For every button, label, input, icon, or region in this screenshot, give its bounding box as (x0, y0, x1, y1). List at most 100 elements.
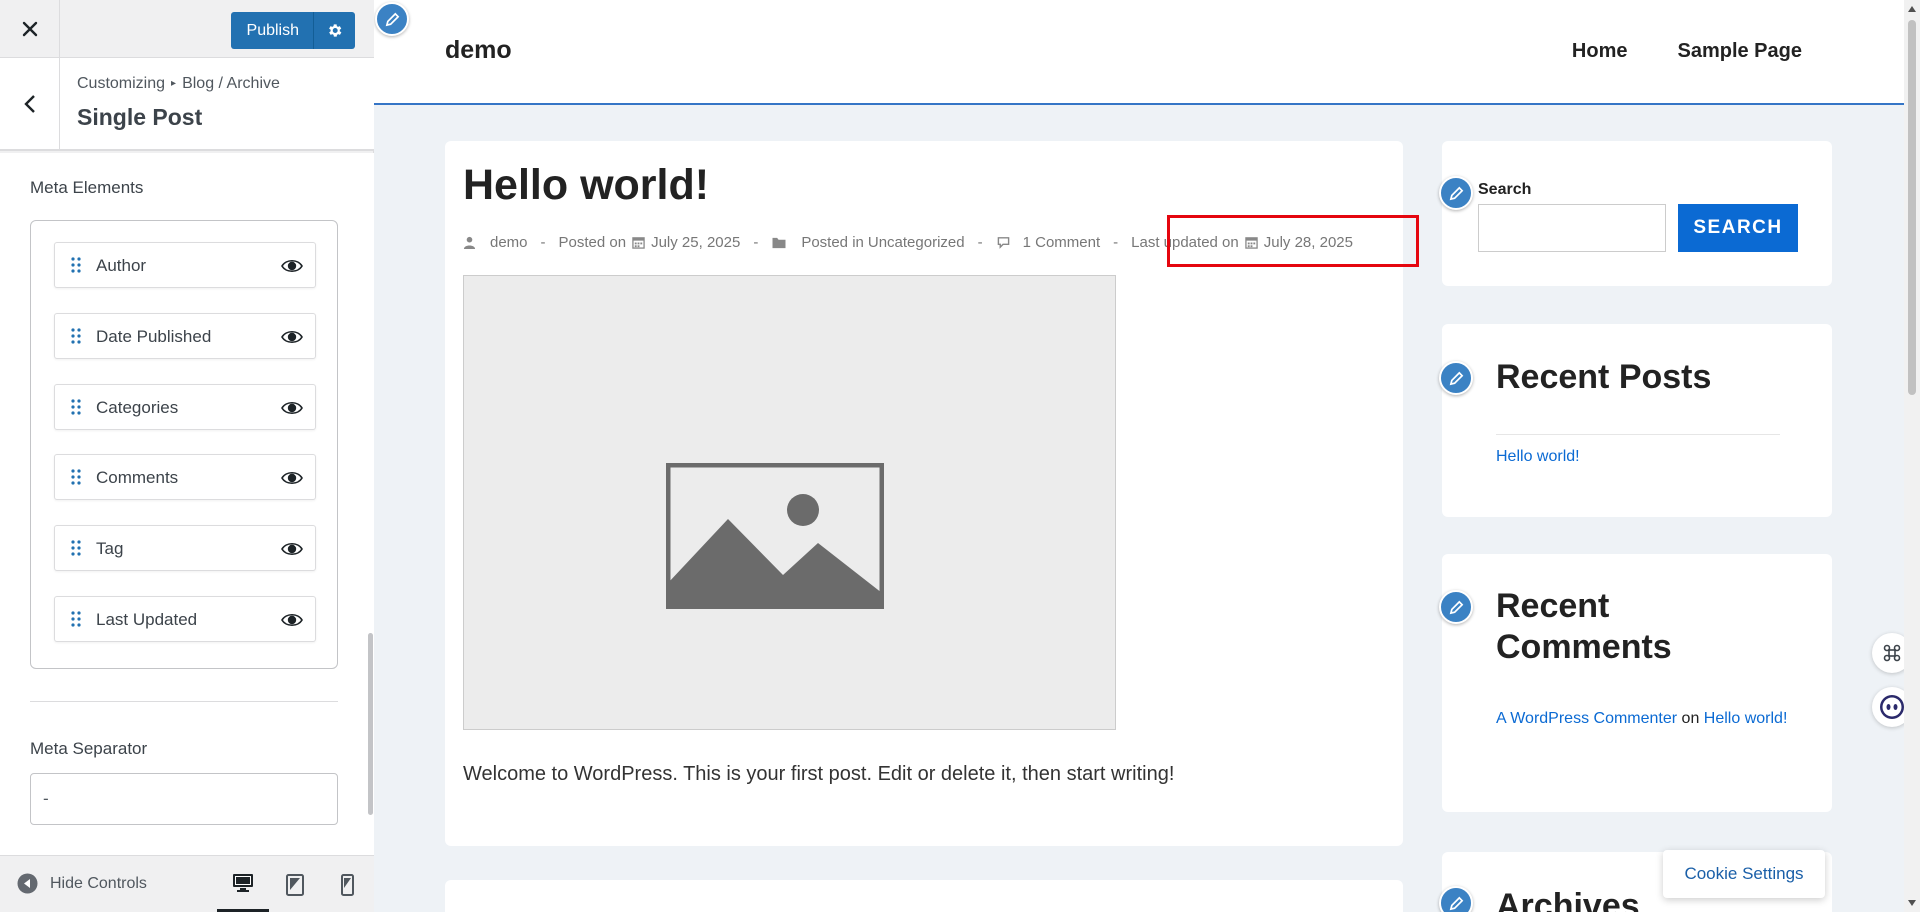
pencil-icon (1449, 371, 1463, 385)
meta-item-tag[interactable]: Tag (54, 525, 316, 571)
comments-link[interactable]: 1 Comment (1023, 234, 1101, 251)
meta-item-author[interactable]: Author (54, 242, 316, 288)
meta-item-date-published[interactable]: Date Published (54, 313, 316, 359)
search-label: Search (1478, 181, 1532, 198)
site-title[interactable]: demo (445, 36, 512, 65)
search-input[interactable] (1478, 204, 1666, 252)
meta-item-last-updated[interactable]: Last Updated (54, 596, 316, 642)
nav-link-home[interactable]: Home (1572, 40, 1628, 63)
featured-image[interactable] (463, 275, 1116, 730)
post-title[interactable]: Hello world! (463, 161, 709, 210)
device-desktop-button[interactable] (217, 856, 269, 912)
gear-icon (329, 24, 342, 37)
meta-separator: - (540, 234, 546, 251)
recent-comments-widget: Recent Comments A WordPress Commenter on… (1439, 554, 1832, 812)
customizer-topbar: Publish (0, 0, 374, 58)
command-icon (1883, 644, 1901, 662)
panel-title: Single Post (77, 104, 203, 130)
hide-controls-label: Hide Controls (50, 874, 147, 892)
recent-comments-heading: Recent Comments (1496, 587, 1672, 666)
meta-item-label: Tag (96, 539, 124, 558)
author-link[interactable]: demo (490, 234, 528, 251)
edit-widget-shortcut[interactable] (1439, 886, 1473, 912)
scroll-up-icon[interactable] (1907, 4, 1917, 14)
customizer-footer: Hide Controls (0, 855, 374, 912)
archives-heading: Archives (1496, 887, 1640, 912)
preview-scrollbar[interactable] (1904, 0, 1920, 912)
meta-item-comments[interactable]: Comments (54, 454, 316, 500)
drag-handle-icon[interactable] (69, 256, 83, 274)
drag-handle-icon[interactable] (69, 327, 83, 345)
meta-item-label: Author (96, 256, 147, 275)
publish-settings-button[interactable] (313, 12, 355, 49)
hide-controls-button[interactable]: Hide Controls (17, 873, 147, 894)
meta-separator: - (753, 234, 759, 251)
device-tablet-button[interactable] (269, 856, 321, 912)
eye-icon[interactable] (281, 256, 303, 276)
drag-handle-icon[interactable] (69, 398, 83, 416)
eye-icon[interactable] (281, 398, 303, 418)
pencil-icon (385, 12, 399, 26)
edit-widget-shortcut[interactable] (1439, 361, 1473, 395)
eye-icon[interactable] (281, 468, 303, 488)
post-card: Hello world! demo - Posted on July 25, 2… (445, 141, 1419, 846)
edit-header-shortcut[interactable] (375, 2, 409, 36)
eye-icon[interactable] (281, 610, 303, 630)
eye-icon[interactable] (281, 327, 303, 347)
meta-categories: Posted in Uncategorized (771, 234, 965, 251)
meta-item-label: Categories (96, 398, 179, 417)
last-updated-date-link[interactable]: July 28, 2025 (1264, 234, 1353, 251)
recent-posts-list: Hello world! (1496, 442, 1796, 471)
site-header: demo Home Sample Page (374, 0, 1920, 105)
meta-comments: 1 Comment (996, 234, 1101, 251)
post-excerpt: Welcome to WordPress. This is your first… (463, 763, 1175, 785)
meta-separator-input[interactable] (30, 773, 338, 825)
posted-in-label: Posted in (801, 234, 864, 251)
cookie-settings-button[interactable]: Cookie Settings (1663, 850, 1825, 898)
eye-icon[interactable] (281, 539, 303, 559)
meta-separator: - (977, 234, 983, 251)
breadcrumb-root: Customizing (77, 75, 166, 92)
meta-item-label: Date Published (96, 327, 212, 346)
back-button[interactable] (0, 58, 60, 149)
device-mobile-button[interactable] (321, 856, 373, 912)
meta-elements-label: Meta Elements (30, 178, 144, 197)
section-header: Customizing ▸ Blog / Archive Single Post (0, 58, 374, 151)
comment-author-link[interactable]: A WordPress Commenter (1496, 710, 1677, 727)
pencil-icon (1449, 896, 1463, 910)
last-updated-label: Last updated on (1131, 234, 1239, 251)
pencil-icon (1449, 186, 1463, 200)
meta-item-label: Comments (96, 468, 179, 487)
category-link[interactable]: Uncategorized (868, 234, 965, 251)
recent-post-link[interactable]: Hello world! (1496, 448, 1580, 465)
drag-handle-icon[interactable] (69, 468, 83, 486)
desktop-icon (233, 873, 253, 892)
meta-item-categories[interactable]: Categories (54, 384, 316, 430)
drag-handle-icon[interactable] (69, 539, 83, 557)
calendar-icon (632, 237, 645, 249)
customizer-app: Publish Customizing ▸ Blog / Archive Singl… (0, 0, 1920, 912)
sidebar-scrollbar[interactable] (368, 633, 373, 815)
publish-button[interactable]: Publish (230, 12, 313, 49)
drag-handle-icon[interactable] (69, 610, 83, 628)
posted-on-label: Posted on (558, 234, 627, 251)
pencil-icon (1449, 600, 1463, 614)
scrollbar-thumb[interactable] (1908, 20, 1916, 395)
meta-separator: - (1113, 234, 1119, 251)
comment-post-link[interactable]: Hello world! (1704, 710, 1788, 727)
meta-last-updated: Last updated on July 28, 2025 (1131, 234, 1353, 251)
edit-widget-shortcut[interactable] (1439, 176, 1473, 210)
close-customizer-button[interactable] (0, 0, 60, 58)
search-button[interactable]: SEARCH (1678, 204, 1798, 252)
scroll-down-icon[interactable] (1907, 898, 1917, 908)
mobile-icon (341, 873, 354, 896)
chevron-left-icon (23, 94, 35, 113)
nav-link-sample-page[interactable]: Sample Page (1677, 40, 1802, 63)
comment-on-text: on (1681, 710, 1700, 727)
edit-widget-shortcut[interactable] (1439, 590, 1473, 624)
image-placeholder-icon (666, 463, 884, 609)
assistant-icon (1880, 695, 1904, 719)
posted-date-link[interactable]: July 25, 2025 (651, 234, 740, 251)
post-meta: demo - Posted on July 25, 2025 - Posted … (463, 234, 1353, 251)
meta-author: demo (463, 234, 528, 251)
